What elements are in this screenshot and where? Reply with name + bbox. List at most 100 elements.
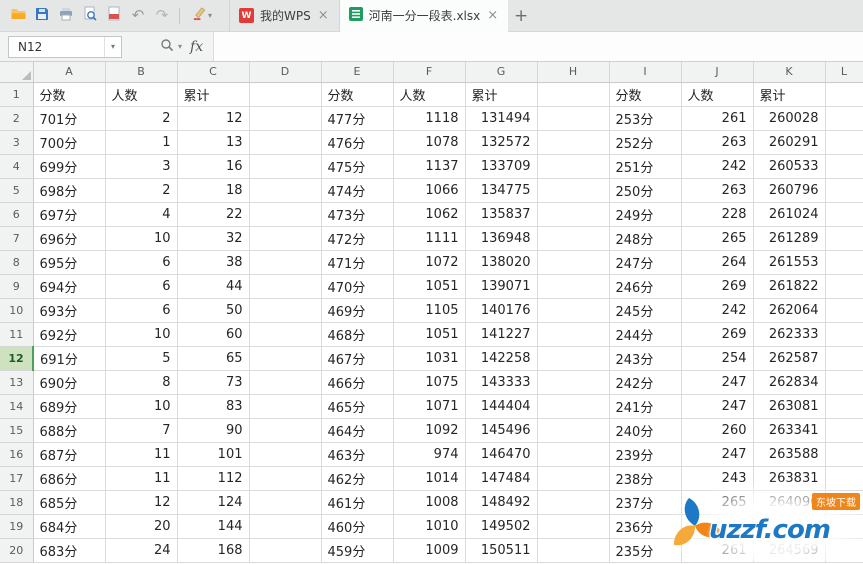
cell-E2[interactable]: 477分 (321, 106, 394, 131)
cell-F15[interactable]: 1092 (393, 418, 466, 443)
cell-H6[interactable] (537, 202, 610, 227)
cell-C12[interactable]: 65 (177, 346, 250, 371)
cell-L16[interactable] (825, 442, 863, 467)
cell-E20[interactable]: 459分 (321, 538, 394, 563)
row-header-18[interactable]: 18 (0, 490, 34, 515)
cell-D12[interactable] (249, 346, 322, 371)
cell-C11[interactable]: 60 (177, 322, 250, 347)
cell-E18[interactable]: 461分 (321, 490, 394, 515)
cell-B20[interactable]: 24 (105, 538, 178, 563)
cell-G12[interactable]: 142258 (465, 346, 538, 371)
cell-H11[interactable] (537, 322, 610, 347)
cell-F7[interactable]: 1111 (393, 226, 466, 251)
cell-J4[interactable]: 242 (681, 154, 754, 179)
cell-H9[interactable] (537, 274, 610, 299)
cell-H16[interactable] (537, 442, 610, 467)
cell-K7[interactable]: 261289 (753, 226, 826, 251)
column-header-H[interactable]: H (537, 62, 610, 83)
cell-C2[interactable]: 12 (177, 106, 250, 131)
cell-G16[interactable]: 146470 (465, 442, 538, 467)
format-painter-button[interactable]: ▾ (186, 5, 218, 27)
cell-C18[interactable]: 124 (177, 490, 250, 515)
column-header-J[interactable]: J (681, 62, 754, 83)
cell-A13[interactable]: 690分 (33, 370, 106, 395)
column-header-G[interactable]: G (465, 62, 538, 83)
cell-C9[interactable]: 44 (177, 274, 250, 299)
cell-F18[interactable]: 1008 (393, 490, 466, 515)
print-button[interactable] (55, 5, 77, 27)
cell-F14[interactable]: 1071 (393, 394, 466, 419)
cell-L1[interactable] (825, 82, 863, 107)
column-header-I[interactable]: I (609, 62, 682, 83)
cell-I9[interactable]: 246分 (609, 274, 682, 299)
cell-G17[interactable]: 147484 (465, 466, 538, 491)
cell-A10[interactable]: 693分 (33, 298, 106, 323)
cell-J9[interactable]: 269 (681, 274, 754, 299)
cell-B4[interactable]: 3 (105, 154, 178, 179)
cell-B13[interactable]: 8 (105, 370, 178, 395)
cell-F17[interactable]: 1014 (393, 466, 466, 491)
cell-I5[interactable]: 250分 (609, 178, 682, 203)
cell-K2[interactable]: 260028 (753, 106, 826, 131)
cell-B1[interactable]: 人数 (105, 82, 178, 107)
cell-C7[interactable]: 32 (177, 226, 250, 251)
cell-J11[interactable]: 269 (681, 322, 754, 347)
cell-B15[interactable]: 7 (105, 418, 178, 443)
cell-G20[interactable]: 150511 (465, 538, 538, 563)
cell-H20[interactable] (537, 538, 610, 563)
cell-K10[interactable]: 262064 (753, 298, 826, 323)
cell-G11[interactable]: 141227 (465, 322, 538, 347)
cell-B16[interactable]: 11 (105, 442, 178, 467)
cell-A5[interactable]: 698分 (33, 178, 106, 203)
cell-I6[interactable]: 249分 (609, 202, 682, 227)
cell-G14[interactable]: 144404 (465, 394, 538, 419)
cell-J13[interactable]: 247 (681, 370, 754, 395)
cell-E5[interactable]: 474分 (321, 178, 394, 203)
row-header-1[interactable]: 1 (0, 82, 34, 107)
cell-D6[interactable] (249, 202, 322, 227)
cell-B12[interactable]: 5 (105, 346, 178, 371)
cell-I14[interactable]: 241分 (609, 394, 682, 419)
cell-E9[interactable]: 470分 (321, 274, 394, 299)
cell-L10[interactable] (825, 298, 863, 323)
insert-function-button[interactable]: fx (190, 39, 203, 55)
cell-H8[interactable] (537, 250, 610, 275)
cell-H13[interactable] (537, 370, 610, 395)
cell-H17[interactable] (537, 466, 610, 491)
cell-H12[interactable] (537, 346, 610, 371)
cell-J16[interactable]: 247 (681, 442, 754, 467)
cell-D10[interactable] (249, 298, 322, 323)
cell-B11[interactable]: 10 (105, 322, 178, 347)
cell-C19[interactable]: 144 (177, 514, 250, 539)
cell-J2[interactable]: 261 (681, 106, 754, 131)
row-header-9[interactable]: 9 (0, 274, 34, 299)
cell-D4[interactable] (249, 154, 322, 179)
cell-L12[interactable] (825, 346, 863, 371)
cell-L2[interactable] (825, 106, 863, 131)
row-header-13[interactable]: 13 (0, 370, 34, 395)
cell-L11[interactable] (825, 322, 863, 347)
close-tab-icon[interactable]: × (486, 8, 499, 23)
cell-J10[interactable]: 242 (681, 298, 754, 323)
print-preview-button[interactable] (79, 5, 101, 27)
cell-I8[interactable]: 247分 (609, 250, 682, 275)
row-header-11[interactable]: 11 (0, 322, 34, 347)
cell-C3[interactable]: 13 (177, 130, 250, 155)
cell-J15[interactable]: 260 (681, 418, 754, 443)
cell-G19[interactable]: 149502 (465, 514, 538, 539)
cell-L13[interactable] (825, 370, 863, 395)
cell-A18[interactable]: 685分 (33, 490, 106, 515)
cell-B5[interactable]: 2 (105, 178, 178, 203)
cell-C17[interactable]: 112 (177, 466, 250, 491)
cell-A1[interactable]: 分数 (33, 82, 106, 107)
cell-J8[interactable]: 264 (681, 250, 754, 275)
cell-B8[interactable]: 6 (105, 250, 178, 275)
cell-A16[interactable]: 687分 (33, 442, 106, 467)
cell-E11[interactable]: 468分 (321, 322, 394, 347)
cell-G15[interactable]: 145496 (465, 418, 538, 443)
cell-A19[interactable]: 684分 (33, 514, 106, 539)
close-tab-icon[interactable]: × (317, 8, 330, 23)
formula-input[interactable] (213, 32, 863, 61)
cell-K8[interactable]: 261553 (753, 250, 826, 275)
cell-G6[interactable]: 135837 (465, 202, 538, 227)
